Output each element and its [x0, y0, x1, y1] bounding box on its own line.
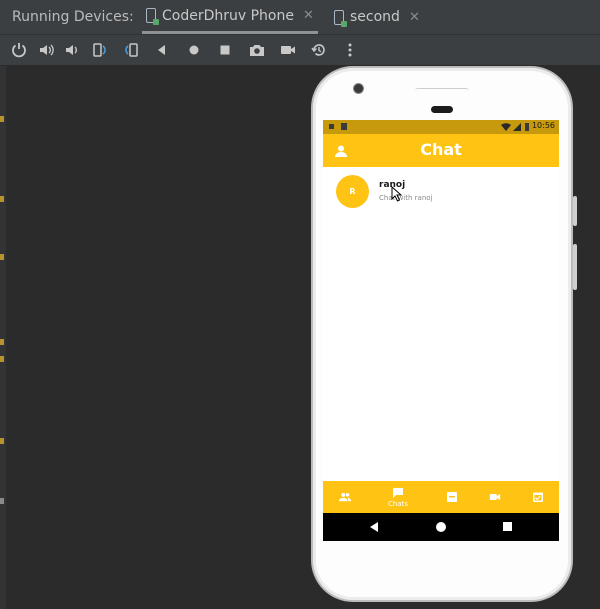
bottom-navigation: Chats — [323, 481, 559, 513]
gutter-marker — [0, 498, 4, 504]
gutter-marker — [0, 356, 4, 362]
home-icon[interactable] — [184, 40, 204, 60]
gutter-marker — [0, 254, 4, 260]
nav-chats-label: Chats — [387, 499, 408, 508]
screen-record-icon[interactable] — [278, 40, 298, 60]
device-toolbar — [0, 35, 600, 65]
calendar-icon — [533, 492, 543, 502]
device-phone-icon — [146, 8, 159, 25]
chat-list-item[interactable]: R ranoj Chat with ranoj — [323, 173, 559, 213]
volume-down-icon[interactable] — [62, 40, 82, 60]
volume-button — [573, 196, 577, 226]
android-recents-icon[interactable] — [503, 522, 512, 531]
wifi-icon — [501, 123, 511, 131]
overview-icon[interactable] — [215, 40, 235, 60]
phone-screen: 10:56 Chat R ranoj Chat with ranoj Chats — [323, 120, 559, 541]
power-button — [573, 244, 577, 290]
gutter-marker — [0, 339, 4, 345]
editor-gutter — [0, 66, 6, 609]
gutter-marker — [0, 438, 4, 444]
avatar: R — [336, 175, 369, 208]
people-icon — [339, 492, 351, 502]
earpiece — [431, 106, 453, 113]
nav-chats[interactable]: Chats — [378, 481, 418, 513]
running-devices-tabbar: Running Devices: CoderDhruv Phone ✕ seco… — [0, 0, 600, 35]
mouse-cursor-icon — [391, 186, 403, 202]
nav-calendar[interactable] — [518, 481, 558, 513]
rotate-left-icon[interactable] — [89, 40, 109, 60]
more-icon[interactable] — [340, 40, 360, 60]
app-title: Chat — [420, 140, 462, 159]
screenshot-icon[interactable] — [247, 40, 267, 60]
front-camera — [353, 83, 364, 94]
rotate-right-icon[interactable] — [122, 40, 142, 60]
close-icon[interactable]: ✕ — [409, 10, 420, 25]
tab-label: CoderDhruv Phone — [162, 7, 294, 24]
running-devices-label: Running Devices: — [12, 9, 134, 25]
tab-second[interactable]: second ✕ — [334, 0, 420, 34]
app-bar: Chat — [323, 134, 559, 167]
gutter-marker — [0, 116, 4, 122]
power-icon[interactable] — [9, 40, 29, 60]
status-bar: 10:56 — [323, 120, 559, 134]
nav-messages[interactable] — [432, 481, 472, 513]
system-navigation-bar — [323, 513, 559, 541]
close-icon[interactable]: ✕ — [303, 8, 314, 23]
nav-people[interactable] — [325, 481, 365, 513]
tab-label: second — [350, 9, 400, 25]
snapshot-icon[interactable] — [309, 40, 329, 60]
speaker-grille — [415, 88, 469, 95]
video-icon — [489, 494, 501, 500]
device-phone-icon — [334, 9, 347, 27]
signal-icon — [513, 123, 521, 131]
battery-icon — [525, 123, 529, 131]
gutter-marker — [0, 196, 4, 202]
nav-video[interactable] — [475, 481, 515, 513]
chat-icon — [393, 487, 403, 498]
message-icon — [447, 492, 457, 502]
sim-icon — [341, 123, 347, 130]
volume-up-icon[interactable] — [36, 40, 56, 60]
android-back-icon[interactable] — [370, 522, 378, 532]
status-time: 10:56 — [531, 121, 555, 130]
back-icon[interactable] — [152, 40, 172, 60]
notification-icon — [329, 124, 334, 129]
tab-coderdhruv-phone[interactable]: CoderDhruv Phone ✕ — [142, 0, 318, 34]
chat-last-message: Chat with ranoj — [379, 194, 433, 202]
android-home-icon[interactable] — [436, 522, 446, 532]
